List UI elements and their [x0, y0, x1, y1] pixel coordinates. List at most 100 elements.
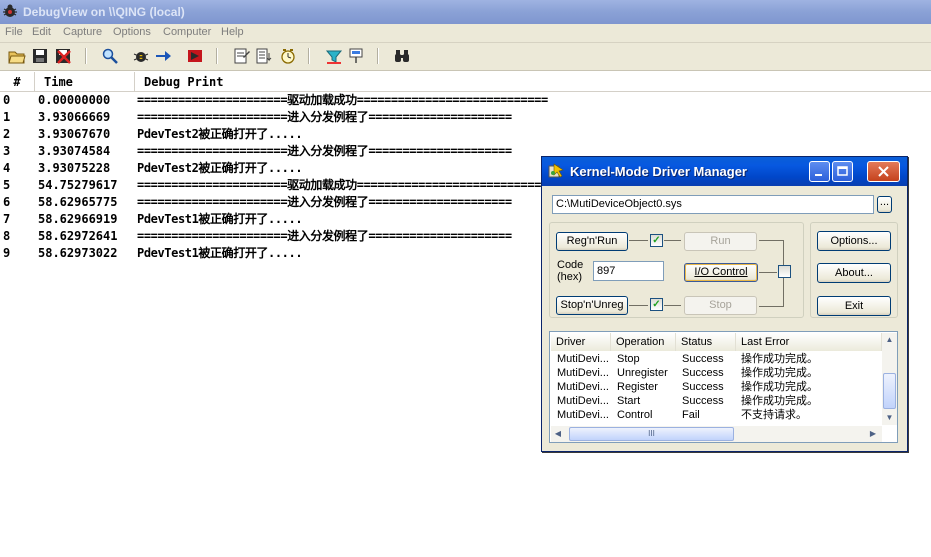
code-label: Code: [557, 259, 584, 271]
log-message: ======================进入分发例程了===========…: [137, 110, 512, 124]
log-message: ======================进入分发例程了===========…: [137, 144, 512, 158]
maximize-icon: [837, 166, 848, 176]
cell-last-error: 不支持请求。: [741, 409, 807, 421]
list-row[interactable]: MutiDevi... Stop Success 操作成功完成。: [550, 352, 880, 366]
column-header-time[interactable]: Time: [35, 72, 135, 91]
log-number: 1: [3, 110, 11, 124]
reg-run-checkbox[interactable]: ✓: [650, 234, 663, 247]
list-header-status[interactable]: Status: [676, 333, 736, 351]
column-header-debug-print[interactable]: Debug Print: [136, 72, 931, 91]
clock-icon[interactable]: [279, 47, 297, 65]
autoscroll-icon[interactable]: [154, 47, 172, 65]
clear-display-icon[interactable]: [54, 47, 72, 65]
pin-icon[interactable]: [347, 47, 365, 65]
dialog-title: Kernel-Mode Driver Manager: [570, 164, 747, 179]
dialog-titlebar[interactable]: Kernel-Mode Driver Manager: [542, 157, 907, 186]
maximize-button[interactable]: [832, 161, 853, 182]
binoculars-icon[interactable]: [393, 47, 411, 65]
minimize-button[interactable]: [809, 161, 830, 182]
options-button-label: Options...: [830, 235, 878, 247]
log-row[interactable]: 0 0.00000000 ======================驱动加载成…: [0, 92, 931, 109]
toolbar-separator: [308, 48, 310, 64]
vertical-scrollbar[interactable]: ▲ ▼: [882, 333, 897, 425]
debugview-titlebar[interactable]: DebugView on \\QING (local): [0, 0, 931, 24]
log-time: 3.93074584: [38, 144, 111, 158]
window-title: DebugView on \\QING (local): [23, 5, 185, 19]
menu-computer[interactable]: Computer: [163, 26, 211, 38]
toolbar-separator: [377, 48, 379, 64]
list-row[interactable]: MutiDevi... Control Fail 不支持请求。: [550, 408, 880, 422]
scroll-up-arrow-icon[interactable]: ▲: [882, 333, 897, 347]
log-number: 4: [3, 161, 11, 175]
exit-button[interactable]: Exit: [817, 296, 891, 316]
filter-icon[interactable]: [233, 47, 251, 65]
driver-path-field[interactable]: C:\MutiDeviceObject0.sys: [552, 195, 874, 214]
reg-run-button[interactable]: Reg'n'Run: [556, 232, 628, 251]
scroll-down-arrow-icon[interactable]: ▼: [882, 411, 897, 425]
log-time: 58.62965775: [38, 195, 118, 209]
driver-manager-app-icon: [548, 163, 564, 178]
log-time: 3.93075228: [38, 161, 111, 175]
log-time: 58.62966919: [38, 212, 118, 226]
connector-line: [759, 240, 784, 241]
vertical-scroll-thumb[interactable]: [883, 373, 896, 409]
log-time: 54.75279617: [38, 178, 118, 192]
history-icon[interactable]: [255, 47, 273, 65]
log-time: 58.62973022: [38, 246, 118, 260]
scroll-right-arrow-icon[interactable]: ▶: [866, 427, 880, 441]
about-button[interactable]: About...: [817, 263, 891, 283]
io-control-checkbox[interactable]: ✓: [778, 265, 791, 278]
io-control-button[interactable]: I/O Control: [684, 263, 758, 282]
code-input[interactable]: 897: [593, 261, 664, 281]
cell-last-error: 操作成功完成。: [741, 381, 818, 393]
log-time: 58.62972641: [38, 229, 118, 243]
horizontal-scroll-thumb[interactable]: III: [569, 427, 734, 441]
list-row[interactable]: MutiDevi... Unregister Success 操作成功完成。: [550, 366, 880, 380]
list-header-last-error[interactable]: Last Error: [736, 333, 882, 351]
menu-options[interactable]: Options: [113, 26, 151, 38]
cell-operation: Register: [617, 381, 658, 393]
stop-button[interactable]: Stop: [684, 296, 757, 315]
horizontal-scrollbar[interactable]: ◀ III ▶: [551, 426, 882, 442]
cell-status: Fail: [682, 409, 700, 421]
capture-kernel-icon[interactable]: [186, 47, 204, 65]
menu-bar: File Edit Capture Options Computer Help: [0, 24, 931, 43]
log-message: PdevTest2被正确打开了.....: [137, 161, 303, 175]
stop-unreg-button[interactable]: Stop'n'Unreg: [556, 296, 628, 315]
options-button[interactable]: Options...: [817, 231, 891, 251]
list-row[interactable]: MutiDevi... Register Success 操作成功完成。: [550, 380, 880, 394]
log-time: 0.00000000: [38, 93, 111, 107]
connector-line: [664, 240, 681, 241]
browse-button[interactable]: ...: [877, 196, 892, 213]
toolbar: [0, 43, 931, 71]
log-row[interactable]: 1 3.93066669 ======================进入分发例…: [0, 109, 931, 126]
list-header-operation[interactable]: Operation: [611, 333, 676, 351]
menu-file[interactable]: File: [5, 26, 23, 38]
stop-unreg-checkbox[interactable]: ✓: [650, 298, 663, 311]
list-header-driver[interactable]: Driver: [551, 333, 611, 351]
cell-status: Success: [682, 367, 724, 379]
save-icon[interactable]: [31, 47, 49, 65]
log-number: 7: [3, 212, 11, 226]
menu-edit[interactable]: Edit: [32, 26, 51, 38]
menu-capture[interactable]: Capture: [63, 26, 102, 38]
log-time: 3.93067670: [38, 127, 111, 141]
log-number: 8: [3, 229, 11, 243]
list-row[interactable]: MutiDevi... Start Success 操作成功完成。: [550, 394, 880, 408]
find-icon[interactable]: [101, 47, 119, 65]
about-button-label: About...: [835, 267, 873, 279]
scroll-left-arrow-icon[interactable]: ◀: [551, 427, 565, 441]
log-number: 0: [3, 93, 11, 107]
open-icon[interactable]: [8, 47, 26, 65]
highlight-icon[interactable]: [325, 47, 343, 65]
menu-help[interactable]: Help: [221, 26, 244, 38]
capture-icon[interactable]: [132, 47, 150, 65]
run-button[interactable]: Run: [684, 232, 757, 251]
cell-driver: MutiDevi...: [557, 353, 609, 365]
log-number: 9: [3, 246, 11, 260]
log-row[interactable]: 2 3.93067670 PdevTest2被正确打开了.....: [0, 126, 931, 143]
close-button[interactable]: [867, 161, 900, 182]
column-header-number[interactable]: #: [0, 72, 35, 91]
stop-unreg-button-label: Stop'n'Unreg: [560, 299, 624, 311]
results-list[interactable]: Driver Operation Status Last Error MutiD…: [549, 331, 898, 443]
